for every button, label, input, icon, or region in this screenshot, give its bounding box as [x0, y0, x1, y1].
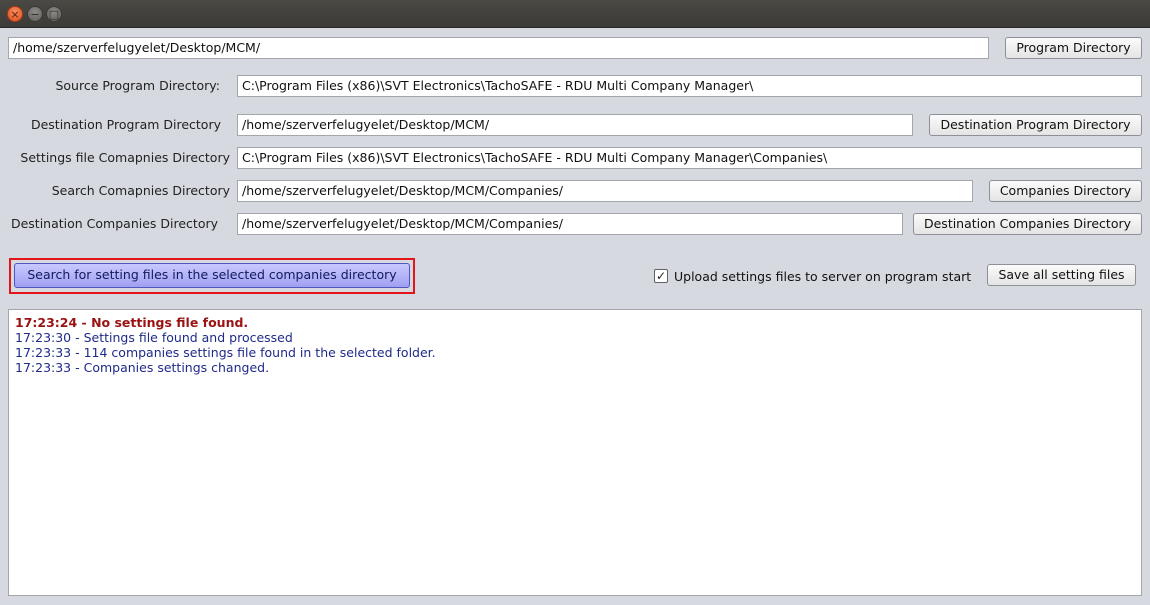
destination-companies-directory-button[interactable]: Destination Companies Directory — [913, 213, 1142, 235]
destination-companies-directory-label: Destination Companies Directory — [10, 216, 218, 231]
settings-companies-directory-input[interactable]: C:\Program Files (x86)\SVT Electronics\T… — [237, 147, 1142, 169]
program-directory-button[interactable]: Program Directory — [1005, 37, 1142, 59]
search-settings-files-button[interactable]: Search for setting files in the selected… — [14, 263, 410, 288]
search-companies-directory-label: Search Comapnies Directory — [51, 183, 230, 198]
maximize-window-icon[interactable]: □ — [46, 6, 62, 22]
destination-program-directory-label: Destination Program Directory — [30, 117, 221, 132]
window-titlebar: × − □ — [0, 0, 1150, 28]
search-companies-directory-input[interactable]: /home/szerverfelugyelet/Desktop/MCM/Comp… — [237, 180, 973, 202]
log-line: 17:23:24 - No settings file found. — [15, 315, 249, 330]
log-line: 17:23:33 - 114 companies settings file f… — [15, 345, 436, 360]
settings-companies-directory-label: Settings file Comapnies Directory — [20, 150, 230, 165]
log-textarea[interactable]: 17:23:24 - No settings file found. 17:23… — [8, 309, 1142, 596]
program-directory-input[interactable]: /home/szerverfelugyelet/Desktop/MCM/ — [8, 37, 989, 59]
destination-companies-directory-input[interactable]: /home/szerverfelugyelet/Desktop/MCM/Comp… — [237, 213, 903, 235]
source-program-directory-label: Source Program Directory: — [55, 78, 220, 93]
source-program-directory-input[interactable]: C:\Program Files (x86)\SVT Electronics\T… — [237, 75, 1142, 97]
destination-program-directory-input[interactable]: /home/szerverfelugyelet/Desktop/MCM/ — [237, 114, 913, 136]
minimize-window-icon[interactable]: − — [27, 6, 43, 22]
save-all-settings-button[interactable]: Save all setting files — [987, 264, 1136, 286]
log-line: 17:23:33 - Companies settings changed. — [15, 360, 270, 375]
upload-on-start-checkbox[interactable]: ✓ — [654, 269, 668, 283]
companies-directory-button[interactable]: Companies Directory — [989, 180, 1142, 202]
upload-on-start-label: Upload settings files to server on progr… — [674, 268, 972, 284]
destination-program-directory-button[interactable]: Destination Program Directory — [929, 114, 1142, 136]
log-line: 17:23:30 - Settings file found and proce… — [15, 330, 293, 345]
close-window-icon[interactable]: × — [7, 6, 23, 22]
upload-on-start-option[interactable]: ✓ Upload settings files to server on pro… — [654, 266, 971, 286]
